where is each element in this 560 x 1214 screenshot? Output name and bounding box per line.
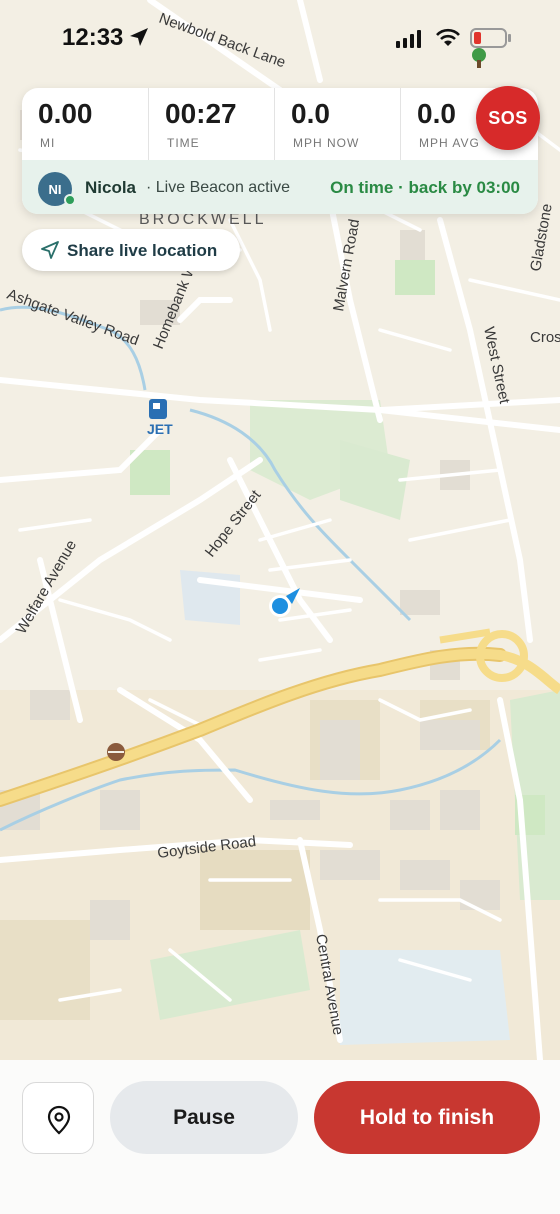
stat-speed-now: 0.0 MPH NOW bbox=[274, 88, 400, 160]
status-bar: 12:33 bbox=[0, 0, 560, 80]
stat-distance: 0.00 MI bbox=[22, 88, 148, 160]
check-badge-icon bbox=[64, 194, 76, 206]
stat-distance-value: 0.00 bbox=[38, 98, 93, 129]
navigation-outline-icon bbox=[41, 241, 59, 259]
cellular-signal-icon bbox=[396, 30, 421, 48]
share-live-location-button[interactable]: Share live location bbox=[22, 229, 240, 271]
stat-time: 00:27 TIME bbox=[148, 88, 274, 160]
map-label-jet: JET bbox=[147, 421, 173, 437]
stat-speed-avg-label: MPH AVG bbox=[419, 136, 480, 150]
burger-icon[interactable] bbox=[107, 743, 125, 761]
stat-speed-now-label: MPH NOW bbox=[293, 136, 360, 150]
beacon-status: · Live Beacon active bbox=[146, 179, 291, 196]
share-live-location-label: Share live location bbox=[67, 241, 218, 260]
stats-card: 0.00 MI 00:27 TIME 0.0 MPH NOW 0.0 MPH A… bbox=[22, 88, 538, 214]
recenter-button[interactable] bbox=[22, 1082, 94, 1154]
live-beacon-row[interactable]: NI Nicola · Live Beacon active On time ·… bbox=[22, 160, 538, 214]
beacon-contact-name: Nicola bbox=[85, 178, 137, 197]
stats-row: 0.00 MI 00:27 TIME 0.0 MPH NOW 0.0 MPH A… bbox=[22, 88, 538, 160]
stat-speed-avg-value: 0.0 bbox=[417, 98, 456, 129]
navigation-arrow-icon bbox=[130, 28, 148, 46]
map-pin-icon bbox=[47, 1105, 71, 1135]
stat-time-value: 00:27 bbox=[165, 98, 237, 129]
stat-distance-label: MI bbox=[40, 136, 56, 150]
pause-button[interactable]: Pause bbox=[110, 1081, 298, 1154]
battery-low-icon bbox=[470, 28, 511, 48]
map-label-cross: Cros bbox=[530, 329, 560, 346]
sos-button[interactable]: SOS bbox=[476, 86, 540, 150]
wifi-icon bbox=[436, 28, 460, 46]
stat-speed-now-value: 0.0 bbox=[291, 98, 330, 129]
fuel-station-icon[interactable] bbox=[149, 399, 167, 419]
stat-time-label: TIME bbox=[167, 136, 200, 150]
hold-to-finish-button[interactable]: Hold to finish bbox=[314, 1081, 540, 1154]
status-time: 12:33 bbox=[62, 24, 124, 51]
beacon-eta: On time · back by 03:00 bbox=[330, 178, 520, 197]
